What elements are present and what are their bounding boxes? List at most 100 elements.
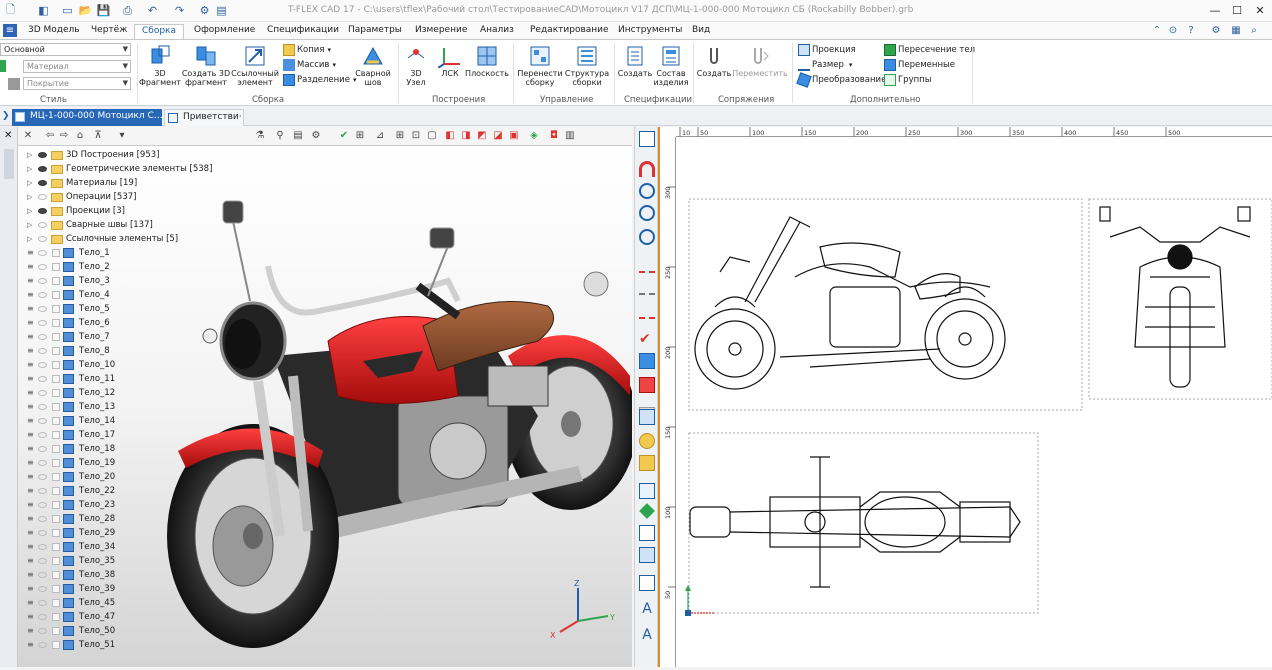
tab-assembly[interactable]: Сборка [134,24,185,39]
close-tree-icon[interactable]: ✕ [22,130,34,142]
spec-create-button[interactable]: Создать [618,43,652,78]
home-icon[interactable]: ⌂ [74,130,86,142]
tree-body-row[interactable]: ≡ Тело_12 [18,386,632,400]
visibility-checkbox[interactable] [52,263,60,271]
eye-icon[interactable] [38,600,47,606]
vertex-icon[interactable]: ◩ [476,130,488,142]
tree-body-row[interactable]: ≡ Тело_20 [18,470,632,484]
square-yellow-icon[interactable] [639,455,655,471]
layout-icon[interactable]: ▦ [1229,24,1243,37]
dash-line-2-icon[interactable] [639,279,655,295]
expand-icon[interactable]: ▷ [27,190,32,204]
edge-icon[interactable]: ◨ [460,130,472,142]
solid-icon[interactable]: ▣ [508,130,520,142]
tree-body-row[interactable]: ≡ Тело_2 [18,260,632,274]
3d-node-button[interactable]: 3D Узел [402,43,430,87]
projection-button[interactable]: Проекция [798,43,856,57]
visibility-checkbox[interactable] [52,571,60,579]
variables-button[interactable]: Переменные [884,58,955,72]
green-icon[interactable]: ◈ [528,130,540,142]
visibility-checkbox[interactable] [52,277,60,285]
tree-folder-row[interactable]: ▷ Геометрические элементы [538] [18,162,632,176]
dash-line-3-icon[interactable] [639,303,655,319]
visibility-checkbox[interactable] [52,347,60,355]
image-icon[interactable] [639,547,655,563]
zoom-all-icon[interactable] [639,229,655,245]
tree-folder-row[interactable]: ▷ Сварные швы [137] [18,218,632,232]
eye-icon[interactable] [38,390,47,396]
tab-view[interactable]: Вид [685,24,717,39]
filter-2-icon[interactable]: ⚲ [274,130,286,142]
visibility-checkbox[interactable] [52,333,60,341]
magnet-icon[interactable] [639,161,655,177]
eye-icon[interactable] [38,376,47,382]
filter-bodies-icon[interactable]: ⚗ [254,130,266,142]
eye-icon[interactable] [38,348,47,354]
eye-icon[interactable] [38,530,47,536]
lsk-button[interactable]: ЛСК [436,43,464,78]
eye-icon[interactable] [38,180,47,186]
tree-body-row[interactable]: ≡ Тело_19 [18,456,632,470]
tab-edit[interactable]: Редактирование [523,24,616,39]
color-swatch[interactable] [0,60,6,72]
eye-icon[interactable] [38,264,47,270]
scroll-handle[interactable] [4,149,14,179]
visibility-checkbox[interactable] [52,375,60,383]
tree-body-row[interactable]: ≡ Тело_51 [18,638,632,652]
eye-icon[interactable] [38,628,47,634]
filter-icon[interactable]: ▾ [116,130,128,142]
doc-tab-welcome[interactable]: Приветстви· [164,109,244,126]
eye-icon[interactable] [38,544,47,550]
eye-icon[interactable] [38,250,47,256]
cube-red-icon[interactable] [639,377,655,393]
tab-analysis[interactable]: Анализ [473,24,521,39]
expand-icon[interactable]: ▷ [27,176,32,190]
tree-body-row[interactable]: ≡ Тело_10 [18,358,632,372]
text-a2-icon[interactable]: A [639,627,655,643]
tree-folder-row[interactable]: ▷ Проекции [3] [18,204,632,218]
intersection-button[interactable]: Пересечение тел [884,43,975,57]
tree-body-row[interactable]: ≡ Тело_17 [18,428,632,442]
open-icon[interactable]: 📂 [78,3,93,18]
visibility-checkbox[interactable] [52,557,60,565]
body-icon[interactable]: ◪ [492,130,504,142]
eye-icon[interactable] [38,418,47,424]
tree-body-row[interactable]: ≡ Тело_1 [18,246,632,260]
eye-icon[interactable] [38,208,47,214]
visibility-checkbox[interactable] [52,473,60,481]
copy-button[interactable]: Копия ▾ [283,43,331,57]
eye-icon[interactable] [38,614,47,620]
visibility-checkbox[interactable] [52,627,60,635]
save-icon[interactable]: 💾 [96,3,111,18]
red-box-icon[interactable]: ◘ [548,130,560,142]
visibility-checkbox[interactable] [52,431,60,439]
tree-body-row[interactable]: ≡ Тело_3 [18,274,632,288]
eye-icon[interactable] [38,474,47,480]
filter-3-icon[interactable]: ▤ [292,130,304,142]
expand-ribbon-icon[interactable]: ⌃ [1150,24,1164,37]
grid-icon[interactable]: ⊞ [394,130,406,142]
tree-folder-row[interactable]: ▷ Ссылочные элементы [5] [18,232,632,246]
transform-button[interactable]: Преобразование [796,72,886,88]
minimize-button[interactable]: — [1204,2,1226,19]
tree-body-row[interactable]: ≡ Тело_18 [18,442,632,456]
forward-icon[interactable]: ⇨ [58,130,70,142]
drawing-canvas[interactable] [660,127,1272,667]
visibility-checkbox[interactable] [52,487,60,495]
tab-parameters[interactable]: Параметры [341,24,409,39]
tree-body-row[interactable]: ≡ Тело_35 [18,554,632,568]
drawing-pane[interactable] [660,127,1272,667]
eye-icon[interactable] [38,334,47,340]
options-icon[interactable]: ⚙ [197,3,212,18]
cube-icon[interactable] [639,353,655,369]
visibility-checkbox[interactable] [52,319,60,327]
groups-button[interactable]: Группы [884,73,931,87]
zoom-window-icon[interactable] [639,205,655,221]
new-file-icon[interactable]: 🗋 [3,3,18,18]
eye-icon[interactable] [38,460,47,466]
eye-icon[interactable] [38,586,47,592]
tree-body-row[interactable]: ≡ Тело_13 [18,400,632,414]
eye-icon[interactable] [38,222,47,228]
undo-icon[interactable]: ↶ [145,3,160,18]
print-preview-icon[interactable] [639,575,655,591]
